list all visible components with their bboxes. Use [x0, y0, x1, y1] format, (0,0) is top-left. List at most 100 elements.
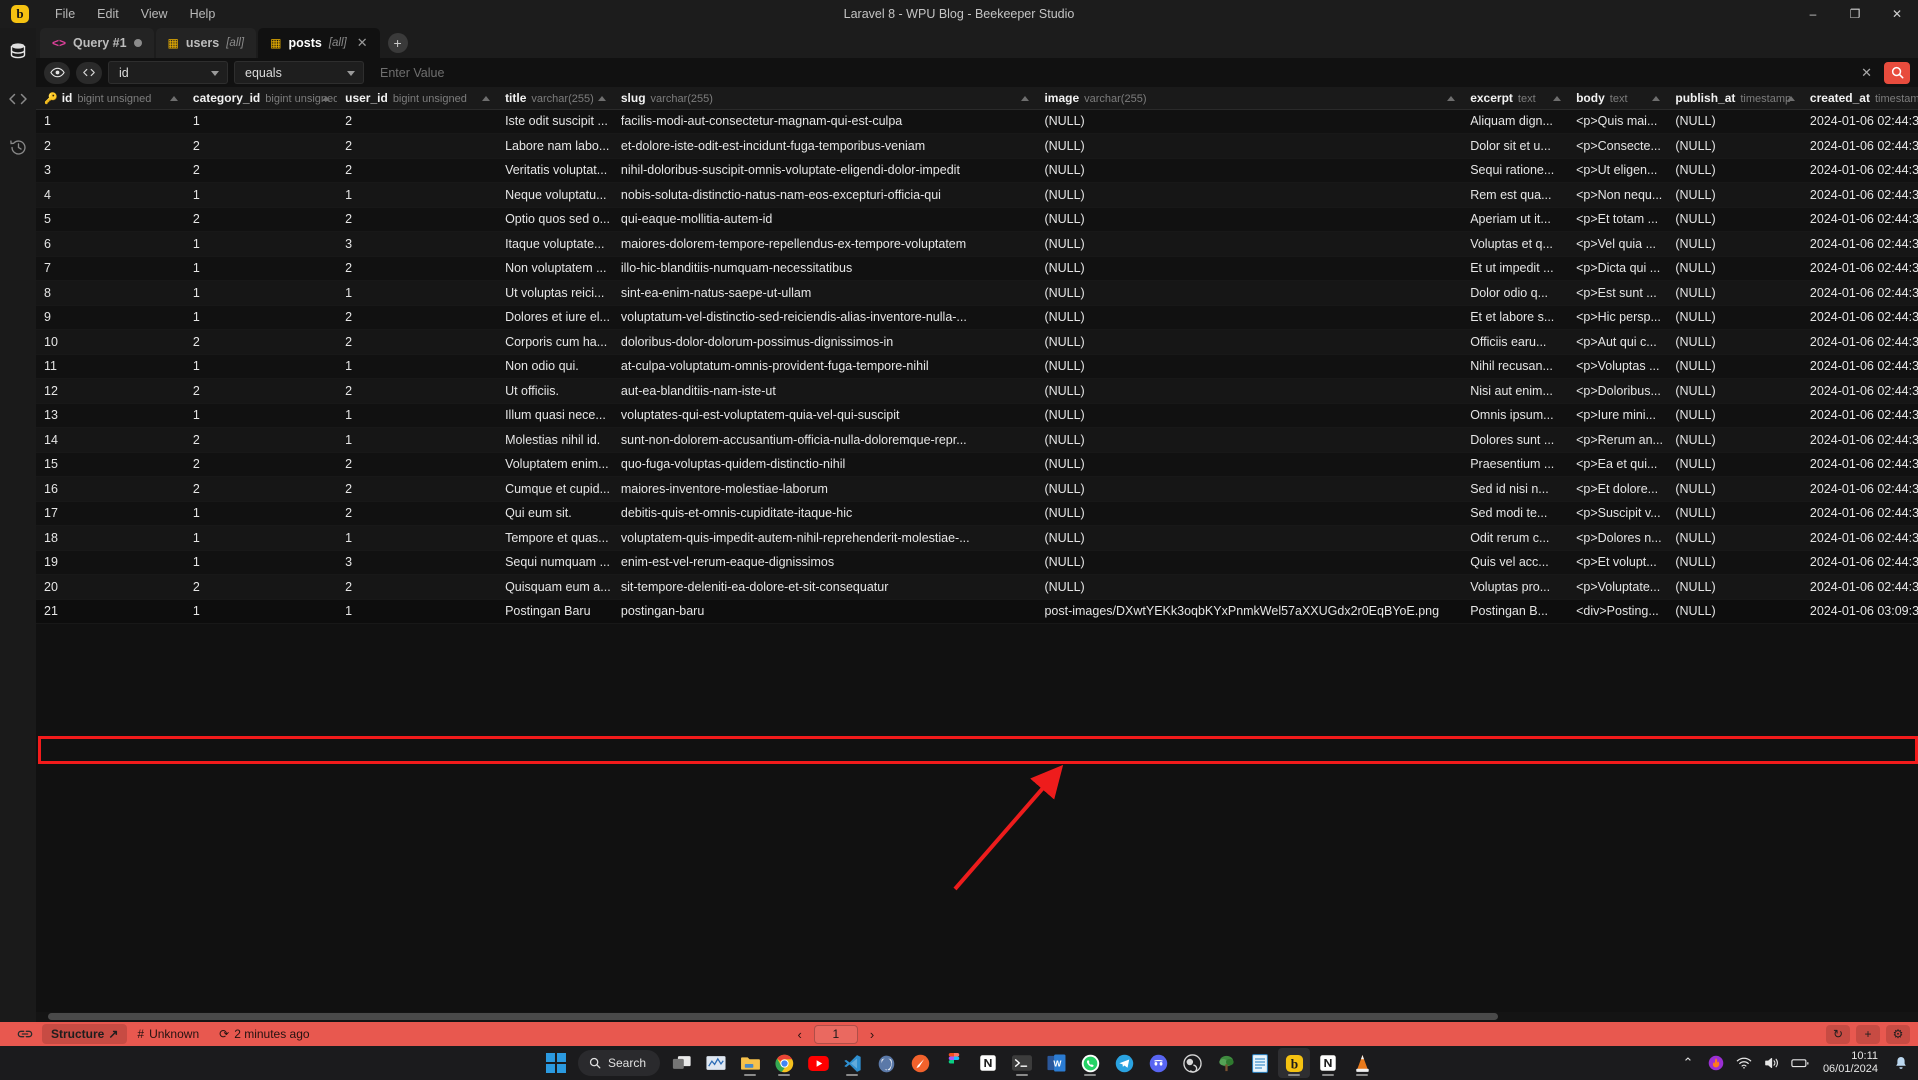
cell-id[interactable]: 7	[36, 256, 185, 281]
cell-publish_at[interactable]: (NULL)	[1667, 354, 1802, 379]
cell-body[interactable]: <p>Suscipit v...	[1568, 501, 1667, 526]
cell-category_id[interactable]: 2	[185, 158, 337, 183]
cell-slug[interactable]: illo-hic-blanditiis-numquam-necessitatib…	[613, 256, 1037, 281]
cell-category_id[interactable]: 1	[185, 232, 337, 257]
cell-category_id[interactable]: 1	[185, 256, 337, 281]
cell-body[interactable]: <p>Quis mai...	[1568, 109, 1667, 134]
add-tab-button[interactable]: +	[388, 33, 408, 53]
cell-id[interactable]: 5	[36, 207, 185, 232]
menu-file[interactable]: File	[44, 3, 86, 25]
cell-id[interactable]: 6	[36, 232, 185, 257]
cell-id[interactable]: 8	[36, 281, 185, 306]
cell-image[interactable]: (NULL)	[1036, 232, 1462, 257]
cell-slug[interactable]: maiores-inventore-molestiae-laborum	[613, 477, 1037, 502]
cell-body[interactable]: <p>Doloribus...	[1568, 379, 1667, 404]
cell-slug[interactable]: maiores-dolorem-tempore-repellendus-ex-t…	[613, 232, 1037, 257]
maximize-button[interactable]: ❐	[1834, 0, 1876, 28]
cell-slug[interactable]: voluptatum-vel-distinctio-sed-reiciendis…	[613, 305, 1037, 330]
cell-image[interactable]: (NULL)	[1036, 452, 1462, 477]
table-row[interactable]: 1811Tempore et quas...voluptatem-quis-im…	[36, 526, 1918, 551]
cell-created_at[interactable]: 2024-01-06 02:44:37	[1802, 575, 1918, 600]
cell-image[interactable]: (NULL)	[1036, 550, 1462, 575]
cell-created_at[interactable]: 2024-01-06 02:44:37	[1802, 452, 1918, 477]
cell-created_at[interactable]: 2024-01-06 02:44:37	[1802, 330, 1918, 355]
table-row[interactable]: 1913Sequi numquam ...enim-est-vel-rerum-…	[36, 550, 1918, 575]
table-row[interactable]: 522Optio quos sed o...qui-eaque-mollitia…	[36, 207, 1918, 232]
cell-id[interactable]: 19	[36, 550, 185, 575]
column-header-id[interactable]: 🔑idbigint unsigned	[36, 87, 185, 109]
sort-arrow-icon[interactable]	[598, 96, 606, 101]
cell-excerpt[interactable]: Nisi aut enim...	[1462, 379, 1568, 404]
google-chrome-button[interactable]	[768, 1048, 800, 1078]
cell-slug[interactable]: doloribus-dolor-dolorum-possimus-digniss…	[613, 330, 1037, 355]
cell-publish_at[interactable]: (NULL)	[1667, 452, 1802, 477]
cell-user_id[interactable]: 3	[337, 550, 497, 575]
results-table-container[interactable]: 🔑idbigint unsignedcategory_idbigint unsi…	[36, 87, 1918, 1022]
cell-category_id[interactable]: 2	[185, 428, 337, 453]
table-row[interactable]: 1712Qui eum sit.debitis-quis-et-omnis-cu…	[36, 501, 1918, 526]
microsoft-word-button[interactable]: W	[1040, 1048, 1072, 1078]
cell-user_id[interactable]: 2	[337, 379, 497, 404]
cell-excerpt[interactable]: Sed id nisi n...	[1462, 477, 1568, 502]
cell-image[interactable]: (NULL)	[1036, 428, 1462, 453]
cell-publish_at[interactable]: (NULL)	[1667, 305, 1802, 330]
youtube-button[interactable]	[802, 1048, 834, 1078]
sql-code-icon[interactable]	[76, 62, 102, 84]
tab-posts[interactable]: ▦ posts [all] ✕	[258, 28, 380, 58]
sort-arrow-icon[interactable]	[1447, 96, 1455, 101]
cell-body[interactable]: <p>Aut qui c...	[1568, 330, 1667, 355]
cell-id[interactable]: 9	[36, 305, 185, 330]
cell-title[interactable]: Optio quos sed o...	[497, 207, 613, 232]
cell-created_at[interactable]: 2024-01-06 02:44:37	[1802, 428, 1918, 453]
widgets-button[interactable]	[700, 1048, 732, 1078]
cell-publish_at[interactable]: (NULL)	[1667, 575, 1802, 600]
terminal-button[interactable]	[1006, 1048, 1038, 1078]
cell-category_id[interactable]: 1	[185, 354, 337, 379]
cell-user_id[interactable]: 2	[337, 477, 497, 502]
cell-category_id[interactable]: 1	[185, 550, 337, 575]
cell-slug[interactable]: postingan-baru	[613, 599, 1037, 624]
cell-user_id[interactable]: 1	[337, 403, 497, 428]
cell-excerpt[interactable]: Sequi ratione...	[1462, 158, 1568, 183]
settings-button[interactable]: ⚙	[1886, 1025, 1910, 1044]
database-icon[interactable]	[5, 38, 31, 64]
whatsapp-button[interactable]	[1074, 1048, 1106, 1078]
obs-studio-button[interactable]	[1176, 1048, 1208, 1078]
postgresql-button[interactable]	[870, 1048, 902, 1078]
cell-created_at[interactable]: 2024-01-06 02:44:37	[1802, 550, 1918, 575]
cell-excerpt[interactable]: Dolor odio q...	[1462, 281, 1568, 306]
cell-user_id[interactable]: 2	[337, 134, 497, 159]
cell-slug[interactable]: sunt-non-dolorem-accusantium-officia-nul…	[613, 428, 1037, 453]
cell-title[interactable]: Labore nam labo...	[497, 134, 613, 159]
cell-id[interactable]: 3	[36, 158, 185, 183]
cell-publish_at[interactable]: (NULL)	[1667, 281, 1802, 306]
beekeeper-studio-button[interactable]: b	[1278, 1048, 1310, 1078]
notion-second-button[interactable]	[1312, 1048, 1344, 1078]
cell-id[interactable]: 21	[36, 599, 185, 624]
cell-body[interactable]: <p>Dicta qui ...	[1568, 256, 1667, 281]
menu-view[interactable]: View	[130, 3, 179, 25]
start-button[interactable]	[540, 1048, 572, 1078]
cell-category_id[interactable]: 2	[185, 330, 337, 355]
cell-category_id[interactable]: 2	[185, 134, 337, 159]
cell-excerpt[interactable]: Voluptas pro...	[1462, 575, 1568, 600]
cell-title[interactable]: Iste odit suscipit ...	[497, 109, 613, 134]
cell-slug[interactable]: voluptatem-quis-impedit-autem-nihil-repr…	[613, 526, 1037, 551]
cell-body[interactable]: <p>Hic persp...	[1568, 305, 1667, 330]
cell-image[interactable]: (NULL)	[1036, 158, 1462, 183]
cell-slug[interactable]: voluptates-qui-est-voluptatem-quia-vel-q…	[613, 403, 1037, 428]
cell-body[interactable]: <p>Est sunt ...	[1568, 281, 1667, 306]
visual-studio-code-button[interactable]	[836, 1048, 868, 1078]
cell-excerpt[interactable]: Aliquam dign...	[1462, 109, 1568, 134]
cell-category_id[interactable]: 1	[185, 599, 337, 624]
cell-id[interactable]: 10	[36, 330, 185, 355]
search-button[interactable]: Search	[578, 1050, 660, 1076]
cell-publish_at[interactable]: (NULL)	[1667, 550, 1802, 575]
cell-user_id[interactable]: 1	[337, 354, 497, 379]
column-header-created_at[interactable]: created_attimestamp	[1802, 87, 1918, 109]
cell-created_at[interactable]: 2024-01-06 02:44:37	[1802, 281, 1918, 306]
cell-created_at[interactable]: 2024-01-06 02:44:37	[1802, 403, 1918, 428]
cell-category_id[interactable]: 2	[185, 379, 337, 404]
refresh-button[interactable]: ↻	[1826, 1025, 1850, 1044]
sort-arrow-icon[interactable]	[482, 96, 490, 101]
